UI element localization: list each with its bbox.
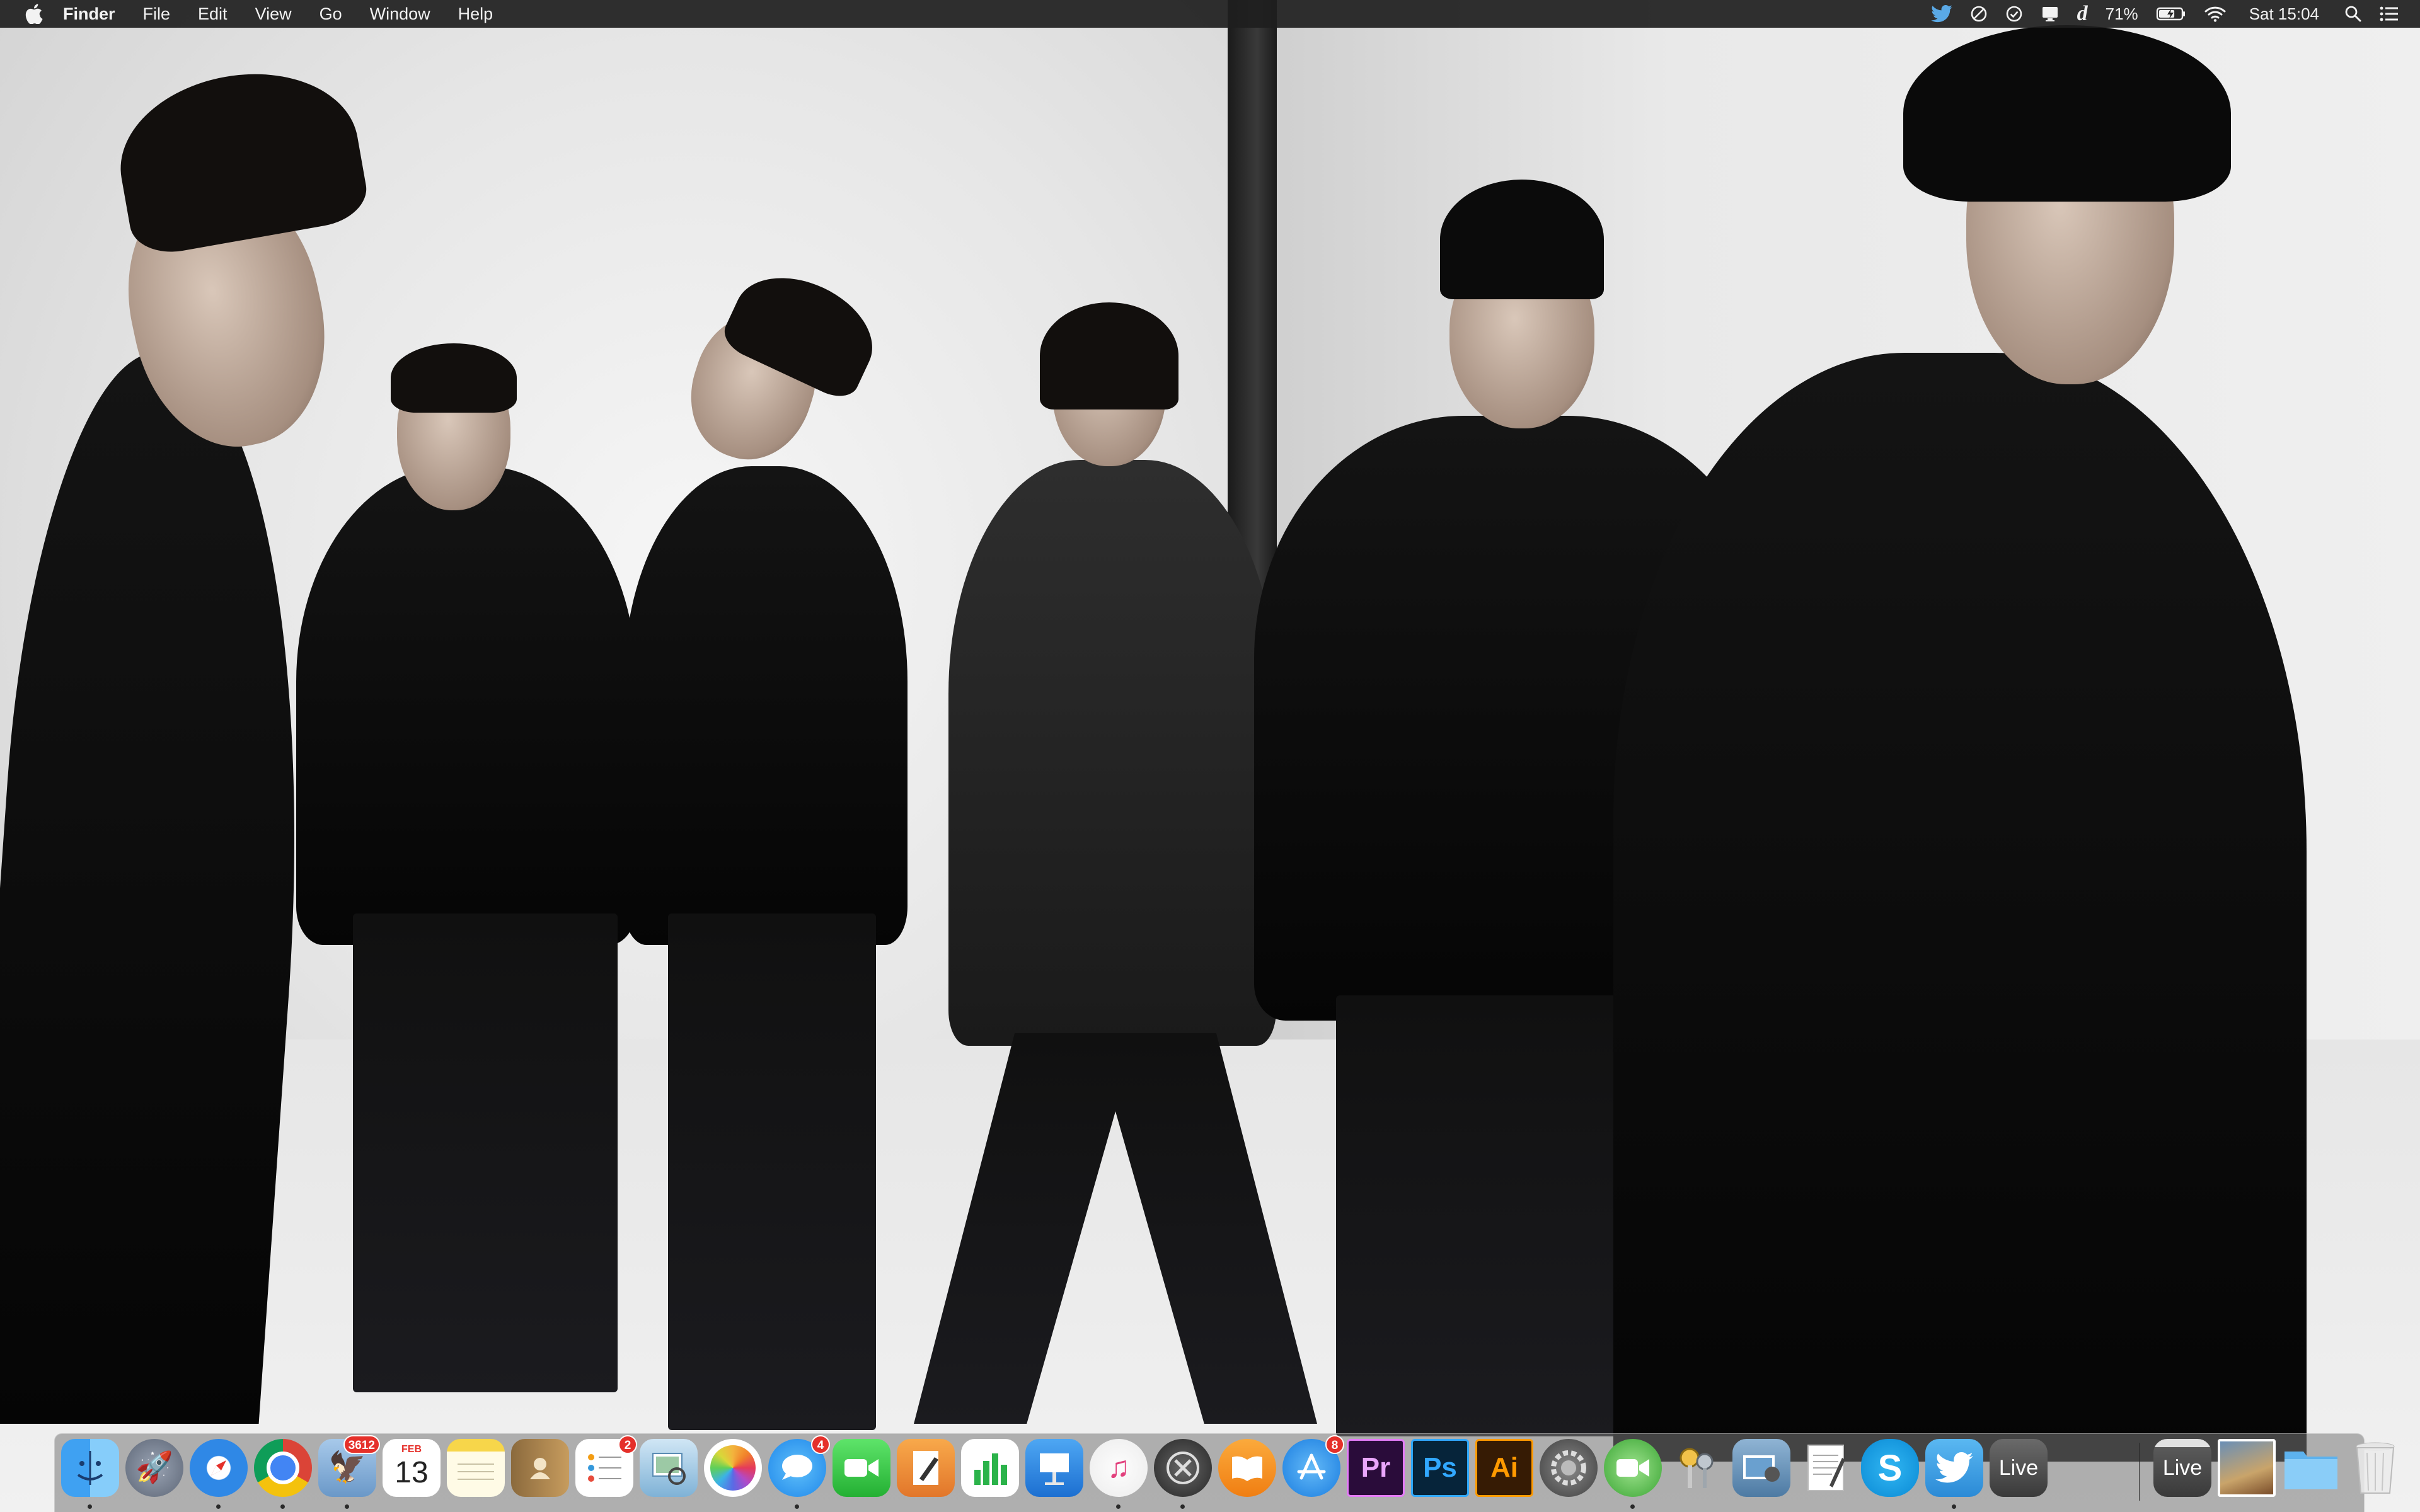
numbers-icon[interactable] <box>961 1439 1019 1497</box>
menu-window[interactable]: Window <box>356 0 444 28</box>
messages-badge: 4 <box>811 1435 830 1454</box>
desktop-wallpaper <box>0 0 2420 1512</box>
mail-running-indicator <box>345 1504 349 1509</box>
menu-view[interactable]: View <box>241 0 306 28</box>
safari-icon[interactable] <box>190 1439 248 1497</box>
premiere-icon[interactable]: Pr <box>1347 1439 1405 1497</box>
ableton-live-folder-icon[interactable]: Live <box>2153 1439 2211 1497</box>
menu-bar-status-area: d 71% Sat 15:04 <box>1922 0 2407 28</box>
calendar-day: 13 <box>395 1456 429 1489</box>
messages-running-indicator <box>795 1504 799 1509</box>
dock-separator <box>2139 1443 2140 1501</box>
preview-icon[interactable] <box>640 1439 698 1497</box>
image-capture-icon[interactable] <box>1732 1439 1790 1497</box>
twitter-running-indicator <box>1952 1504 1956 1509</box>
ableton-live-icon[interactable]: Live <box>1990 1439 2048 1497</box>
keynote-icon[interactable] <box>1025 1439 1083 1497</box>
trash-icon[interactable] <box>2346 1439 2404 1497</box>
menu-bar-clock[interactable]: Sat 15:04 <box>2249 0 2319 28</box>
messages-icon[interactable]: 4 <box>768 1435 830 1497</box>
dictionary-icon[interactable]: d <box>2077 0 2088 28</box>
search-icon[interactable] <box>2344 0 2362 28</box>
safari-running-indicator <box>216 1504 221 1509</box>
keychain-icon[interactable] <box>1668 1439 1726 1497</box>
illustrator-label: Ai <box>1490 1452 1518 1483</box>
menu-file[interactable]: File <box>129 0 185 28</box>
ableton-live-folder-label: Live <box>2162 1455 2203 1480</box>
chrome-running-indicator <box>280 1504 285 1509</box>
twitter-icon[interactable] <box>1930 0 1952 28</box>
app-store-badge: 8 <box>1325 1435 1344 1454</box>
itunes-running-indicator <box>1116 1504 1121 1509</box>
menu-go[interactable]: Go <box>306 0 356 28</box>
ibooks-icon[interactable] <box>1218 1439 1276 1497</box>
calendar-icon[interactable]: FEB 13 <box>383 1439 441 1497</box>
checkmark-icon[interactable] <box>2005 0 2023 28</box>
battery-icon[interactable] <box>2156 0 2186 28</box>
dock: 🚀 🦅 3612 FEB 13 2 4 ♫ 8 Pr Ps Ai S Live … <box>54 1433 2395 1512</box>
premiere-label: Pr <box>1361 1452 1391 1483</box>
battery-percent: 71% <box>2105 4 2138 23</box>
calendar-month: FEB <box>401 1444 422 1455</box>
itunes-icon[interactable]: ♫ <box>1090 1439 1148 1497</box>
apple-menu-icon[interactable] <box>21 0 47 28</box>
wifi-icon[interactable] <box>2204 0 2227 28</box>
launchpad-icon[interactable]: 🚀 <box>125 1439 183 1497</box>
chrome-icon[interactable] <box>254 1439 312 1497</box>
ableton-live-label: Live <box>1998 1455 2039 1480</box>
skype-label: S <box>1877 1447 1903 1489</box>
traktor-running-indicator <box>1180 1504 1185 1509</box>
photoshop-label: Ps <box>1423 1452 1457 1483</box>
traktor-icon[interactable] <box>1154 1439 1212 1497</box>
skype-icon[interactable]: S <box>1861 1439 1919 1497</box>
facetime-alt-icon[interactable] <box>1604 1439 1662 1497</box>
app-store-icon[interactable]: 8 <box>1282 1435 1344 1497</box>
photo-stack-icon[interactable] <box>2218 1439 2276 1497</box>
mail-icon[interactable]: 🦅 3612 <box>318 1435 380 1497</box>
photoshop-icon[interactable]: Ps <box>1411 1439 1469 1497</box>
finder-icon[interactable] <box>61 1439 119 1497</box>
reminders-icon[interactable]: 2 <box>575 1435 637 1497</box>
photos-icon[interactable] <box>704 1439 762 1497</box>
system-preferences-icon[interactable] <box>1540 1439 1598 1497</box>
display-icon[interactable] <box>2041 0 2060 28</box>
menu-bar: Finder File Edit View Go Window Help d 7… <box>0 0 2420 28</box>
applications-folder-icon[interactable] <box>2282 1439 2340 1497</box>
twitter-app-icon[interactable] <box>1925 1439 1983 1497</box>
illustrator-icon[interactable]: Ai <box>1475 1439 1533 1497</box>
facetime-icon[interactable] <box>833 1439 890 1497</box>
contacts-icon[interactable] <box>511 1439 569 1497</box>
mail-badge: 3612 <box>343 1435 380 1454</box>
textedit-icon[interactable] <box>1797 1439 1855 1497</box>
block-icon[interactable] <box>1970 0 1988 28</box>
menu-help[interactable]: Help <box>444 0 507 28</box>
pages-icon[interactable] <box>897 1439 955 1497</box>
menu-edit[interactable]: Edit <box>184 0 241 28</box>
finder-running-indicator <box>88 1504 92 1509</box>
notes-icon[interactable] <box>447 1439 505 1497</box>
notification-center-icon[interactable] <box>2380 0 2399 28</box>
menu-app-name[interactable]: Finder <box>63 0 129 28</box>
facetime-alt-running-indicator <box>1630 1504 1635 1509</box>
reminders-badge: 2 <box>618 1435 637 1454</box>
